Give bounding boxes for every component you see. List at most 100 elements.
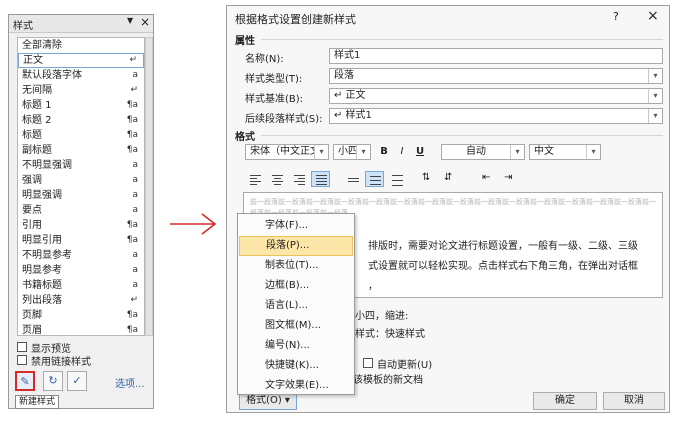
menu-item[interactable]: 字体(F)... [239, 216, 353, 236]
style-type-icon: ¶a [126, 100, 138, 110]
menu-item[interactable]: 图文框(M)... [239, 316, 353, 336]
style-item-label: 正文 [23, 55, 43, 66]
style-list-item[interactable]: 页脚 ¶a [18, 308, 144, 323]
style-list-item[interactable]: 不明显参考 a [18, 248, 144, 263]
auto-update-checkbox[interactable] [363, 358, 373, 368]
align-left-button[interactable] [245, 171, 264, 187]
style-list-item[interactable]: 列出段落 ↵ [18, 293, 144, 308]
increase-indent-button[interactable]: ⇥ [501, 171, 520, 187]
style-inspector-button[interactable]: ↻ [43, 371, 63, 391]
manage-styles-button[interactable]: ✓ [67, 371, 87, 391]
style-list-item[interactable]: 引用 ¶a [18, 218, 144, 233]
style-list-item[interactable]: 正文 ↵ [18, 53, 144, 68]
language-select[interactable]: 中文 ▾ [529, 144, 601, 160]
style-type-icon: ¶a [126, 220, 138, 230]
styles-list[interactable]: 全部清除 正文 ↵ 默认段落字体 a 无间隔 ↵ 标题 1 ¶a 标题 2 ¶a 标题 ¶a 副标题 ¶a 不… [17, 37, 145, 336]
show-preview-checkbox[interactable] [17, 342, 27, 352]
decrease-indent-button[interactable]: ⇤ [479, 171, 498, 187]
next-style-select[interactable]: ↵ 样式1 ▾ [329, 108, 663, 124]
justify-button[interactable] [311, 171, 330, 187]
style-item-label: 标题 1 [22, 100, 52, 111]
double-spacing-button[interactable] [387, 171, 406, 187]
font-size-value: 小四 [338, 146, 358, 157]
style-type-icon: a [132, 175, 138, 185]
font-select[interactable]: 宋体（中文正文 ▾ [245, 144, 329, 160]
close-icon[interactable]: × [140, 15, 150, 29]
styles-pane-header: 样式 ▼ × [9, 15, 153, 33]
style-item-label: 要点 [22, 205, 42, 216]
next-style-label: 后续段落样式(S): [245, 114, 323, 125]
font-color-select[interactable]: 自动 ▾ [441, 144, 525, 160]
style-list-item[interactable]: 全部清除 [18, 38, 144, 53]
style-list-item[interactable]: 明显引用 ¶a [18, 233, 144, 248]
align-center-button[interactable] [267, 171, 286, 187]
section-divider [261, 39, 663, 40]
chevron-down-icon[interactable]: ▼ [127, 16, 133, 25]
chevron-down-icon: ▾ [356, 145, 370, 159]
one-half-spacing-button[interactable] [365, 171, 384, 187]
style-list-item[interactable]: 强调 a [18, 173, 144, 188]
manage-styles-icon: ✓ [72, 374, 82, 387]
menu-item[interactable]: 制表位(T)... [239, 256, 353, 276]
chevron-down-icon: ▾ [648, 89, 662, 103]
style-type-select[interactable]: 段落 ▾ [329, 68, 663, 84]
paragraph-toolbar: ⇅ ⇵ ⇤ ⇥ [243, 168, 663, 190]
style-item-label: 明显参考 [22, 265, 62, 276]
name-field[interactable]: 样式1 [329, 48, 663, 64]
style-list-item[interactable]: 不明显强调 a [18, 158, 144, 173]
style-item-label: 标题 [22, 130, 42, 141]
style-item-label: 全部清除 [22, 40, 62, 51]
bold-button[interactable]: B [377, 144, 391, 160]
italic-button[interactable]: I [395, 144, 409, 160]
style-list-item[interactable]: 无间隔 ↵ [18, 83, 144, 98]
dialog-close-button[interactable]: × [647, 8, 659, 24]
style-list-item[interactable]: 明显参考 a [18, 263, 144, 278]
style-type-icon: ↵ [129, 55, 137, 65]
dialog-title: 根据格式设置创建新样式 [235, 13, 356, 26]
menu-item[interactable]: 编号(N)... [239, 336, 353, 356]
style-list-item[interactable]: 默认段落字体 a [18, 68, 144, 83]
increase-spacing-button[interactable]: ⇅ [419, 171, 438, 187]
styles-pane: 样式 ▼ × 全部清除 正文 ↵ 默认段落字体 a 无间隔 ↵ 标题 1 ¶a 标题 2 ¶a 标题 ¶… [8, 14, 154, 409]
underline-button[interactable]: U [413, 144, 427, 160]
style-item-label: 无间隔 [22, 85, 52, 96]
disable-linked-checkbox[interactable] [17, 355, 27, 365]
style-item-label: 明显强调 [22, 190, 62, 201]
style-item-label: 默认段落字体 [22, 70, 82, 81]
single-spacing-button[interactable] [343, 171, 362, 187]
new-style-icon: ✎ [20, 375, 30, 388]
styles-scrollbar[interactable] [145, 37, 153, 336]
style-list-item[interactable]: 页眉 ¶a [18, 323, 144, 335]
menu-item[interactable]: 语言(L)... [239, 296, 353, 316]
styles-pane-title: 样式 [13, 21, 33, 32]
new-style-tooltip: 新建样式 [15, 395, 60, 409]
style-type-icon: ↵ [130, 295, 138, 305]
new-documents-label: 该模板的新文档 [353, 375, 423, 386]
ok-button[interactable]: 确定 [533, 392, 597, 410]
help-button[interactable]: ? [613, 10, 619, 23]
menu-item[interactable]: 段落(P)... [239, 236, 353, 256]
style-item-label: 强调 [22, 175, 42, 186]
style-list-item[interactable]: 要点 a [18, 203, 144, 218]
style-list-item[interactable]: 明显强调 a [18, 188, 144, 203]
style-list-item[interactable]: 标题 ¶a [18, 128, 144, 143]
decrease-spacing-button[interactable]: ⇵ [441, 171, 460, 187]
menu-item[interactable]: 快捷键(K)... [239, 356, 353, 376]
style-item-label: 标题 2 [22, 115, 52, 126]
style-type-icon: a [132, 160, 138, 170]
options-link[interactable]: 选项... [115, 375, 145, 390]
style-list-item[interactable]: 标题 2 ¶a [18, 113, 144, 128]
style-item-label: 副标题 [22, 145, 52, 156]
align-right-button[interactable] [289, 171, 308, 187]
font-size-select[interactable]: 小四 ▾ [333, 144, 371, 160]
style-list-item[interactable]: 标题 1 ¶a [18, 98, 144, 113]
style-list-item[interactable]: 书籍标题 a [18, 278, 144, 293]
style-list-item[interactable]: 副标题 ¶a [18, 143, 144, 158]
preview-text-line-2: 式设置就可以轻松实现。点击样式右下角三角，在弹出对话框 [368, 261, 638, 272]
menu-item[interactable]: 文字效果(E)... [239, 376, 353, 396]
style-type-icon: ¶a [126, 145, 138, 155]
cancel-button[interactable]: 取消 [603, 392, 665, 410]
based-on-select[interactable]: ↵ 正文 ▾ [329, 88, 663, 104]
new-style-button[interactable]: ✎ [15, 371, 35, 391]
menu-item[interactable]: 边框(B)... [239, 276, 353, 296]
